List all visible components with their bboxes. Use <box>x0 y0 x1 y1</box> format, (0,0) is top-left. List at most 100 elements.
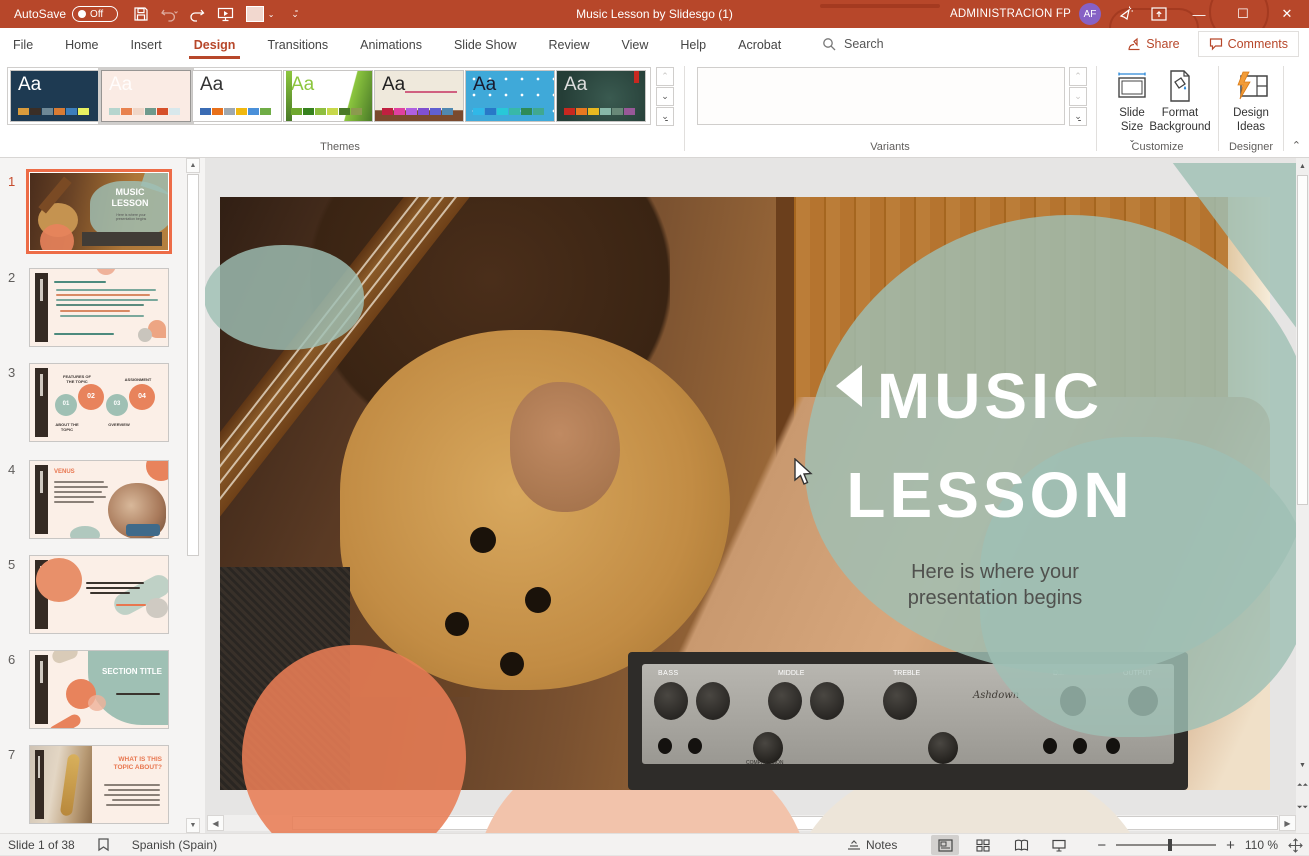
slide-sorter-view-button[interactable] <box>969 835 997 855</box>
next-slide-button[interactable]: ⏷⏷ <box>1296 800 1309 815</box>
thumbnail-slide-5[interactable]: 5 <box>0 555 185 634</box>
scroll-right-button[interactable]: ▶ <box>1279 815 1296 831</box>
zoom-in-button[interactable]: + <box>1226 837 1235 854</box>
thumbnail-preview[interactable]: MUSICLESSON Here is where yourpresentati… <box>29 172 169 251</box>
slide-sorter-icon <box>976 839 990 852</box>
slideshow-view-button[interactable] <box>1045 835 1073 855</box>
normal-view-button[interactable] <box>931 835 959 855</box>
vertical-scrollbar-thumb[interactable] <box>1297 175 1308 505</box>
collapse-ribbon-button[interactable]: ⌃ <box>1292 139 1301 152</box>
qat-overflow-icon: ⌄̄ <box>291 9 299 20</box>
accessibility-checker-icon[interactable] <box>97 838 110 853</box>
themes-more-button[interactable]: ⌄̱ <box>656 107 674 126</box>
thumbnail-preview[interactable]: WHAT IS THIS TOPIC ABOUT? <box>29 745 169 824</box>
slide-subtitle[interactable]: Here is where your presentation begins <box>830 559 1160 611</box>
search-input[interactable]: Search <box>822 28 884 60</box>
minimize-button[interactable]: — <box>1177 0 1221 28</box>
variants-more-button[interactable]: ⌄̱ <box>1069 107 1087 126</box>
thumbnail-scroll-down-button[interactable]: ▼ <box>186 818 200 833</box>
format-background-icon <box>1165 69 1195 103</box>
slide-editor[interactable]: BASS MIDDLE TREBLE D.I. OUTPUT Ashdown <box>220 197 1270 790</box>
slide-indicator[interactable]: Slide 1 of 38 <box>8 838 75 852</box>
zoom-slider-thumb[interactable] <box>1168 839 1172 851</box>
customize-qat-button[interactable]: ⌄̄ <box>282 2 308 26</box>
thumbnail-preview[interactable] <box>29 268 169 347</box>
avatar[interactable]: AF <box>1079 3 1101 25</box>
titlebar-doodle <box>820 4 940 8</box>
thumbnail-scroll-up-button[interactable]: ▲ <box>186 158 200 173</box>
format-background-button[interactable]: Format Background <box>1148 66 1212 150</box>
qat-gallery-button[interactable]: ⌄ <box>240 2 280 26</box>
reading-view-button[interactable] <box>1007 835 1035 855</box>
zoom-out-button[interactable]: − <box>1097 837 1106 854</box>
coming-soon-button[interactable] <box>1111 0 1141 28</box>
scroll-up-button[interactable]: ▲ <box>1296 159 1309 174</box>
slide-canvas[interactable]: BASS MIDDLE TREBLE D.I. OUTPUT Ashdown <box>205 158 1296 833</box>
scroll-down-button[interactable]: ▼ <box>1296 758 1309 773</box>
tab-review[interactable]: Review <box>540 30 599 59</box>
theme-tile-blue-pattern[interactable]: Aa <box>465 70 555 122</box>
thumbnail-slide-4[interactable]: 4 VENUS <box>0 460 185 539</box>
thumbnail-preview[interactable] <box>29 555 169 634</box>
variants-gallery[interactable] <box>697 67 1065 125</box>
tab-help[interactable]: Help <box>671 30 715 59</box>
slide-title[interactable]: MUSIC LESSON <box>780 347 1200 545</box>
comments-button[interactable]: Comments <box>1198 31 1299 57</box>
design-ideas-button[interactable]: Design Ideas <box>1222 66 1280 150</box>
theme-tile-green-swirl[interactable]: Aa <box>283 70 373 122</box>
themes-group-label: Themes <box>250 141 430 153</box>
tab-animations[interactable]: Animations <box>351 30 431 59</box>
slide-size-label: Slide Size <box>1111 106 1153 135</box>
zoom-level[interactable]: 110 % <box>1245 838 1278 852</box>
thumbnail-scrollbar[interactable]: ▲ ▼ <box>186 158 200 833</box>
save-button[interactable] <box>128 2 154 26</box>
text-line <box>54 281 106 283</box>
theme-tile-music-lesson-current[interactable]: Aa <box>101 70 191 122</box>
theme-tile-gallery-wood[interactable]: Aa <box>374 70 464 122</box>
autosave-toggle[interactable]: AutoSave Off <box>14 6 118 22</box>
fit-to-window-button[interactable] <box>1288 838 1303 853</box>
scroll-left-button[interactable]: ◀ <box>207 815 224 831</box>
variants-scroll-up-button[interactable]: ⌃ <box>1069 67 1087 86</box>
redo-button[interactable] <box>184 2 210 26</box>
thumb-subtitle: Here is where yourpresentation begins <box>100 213 162 221</box>
zoom-slider[interactable] <box>1116 844 1216 846</box>
slide-subtitle-line2: presentation begins <box>830 585 1160 611</box>
variants-scroll-down-button[interactable]: ⌄ <box>1069 87 1087 106</box>
account-name[interactable]: ADMINISTRACION FP <box>950 8 1071 20</box>
theme-tile-office-white[interactable]: Aa <box>192 70 282 122</box>
thumbnail-preview[interactable]: SECTION TITLE <box>29 650 169 729</box>
tab-transitions[interactable]: Transitions <box>258 30 337 59</box>
tab-file[interactable]: File <box>4 30 42 59</box>
thumbnail-slide-6[interactable]: 6 SECTION TITLE <box>0 650 185 729</box>
themes-scroll-down-button[interactable]: ⌄ <box>656 87 674 106</box>
vertical-scrollbar[interactable]: ▲ ▼ ⏶⏶ ⏷⏷ <box>1296 158 1309 833</box>
thumbnail-scrollbar-thumb[interactable] <box>187 174 199 556</box>
tab-insert[interactable]: Insert <box>122 30 171 59</box>
maximize-button[interactable]: ☐ <box>1221 0 1265 28</box>
close-button[interactable]: ✕ <box>1265 0 1309 28</box>
theme-sample-text: Aa <box>291 74 314 96</box>
language-status[interactable]: Spanish (Spain) <box>132 838 217 852</box>
thumbnail-preview[interactable]: FEATURES OF THE TOPIC ASSIGNMENT 01 02 0… <box>29 363 169 442</box>
tab-slideshow[interactable]: Slide Show <box>445 30 526 59</box>
themes-scroll-up-button[interactable]: ⌃ <box>656 67 674 86</box>
thumbnail-slide-3[interactable]: 3 FEATURES OF THE TOPIC ASSIGNMENT 01 02… <box>0 363 185 442</box>
theme-tile-dark-teal[interactable]: Aa <box>556 70 646 122</box>
tab-view[interactable]: View <box>613 30 658 59</box>
thumbnail-preview[interactable]: VENUS <box>29 460 169 539</box>
tab-design[interactable]: Design <box>185 30 245 59</box>
start-slideshow-button[interactable] <box>212 2 238 26</box>
tab-acrobat[interactable]: Acrobat <box>729 30 790 59</box>
ribbon-display-options-button[interactable] <box>1141 0 1177 28</box>
thumbnail-slide-1[interactable]: 1 MUSICLESSON Here is where yourpresenta… <box>0 172 185 256</box>
tab-home[interactable]: Home <box>56 30 107 59</box>
theme-tile-dark-navy[interactable]: Aa <box>10 70 100 122</box>
notes-button[interactable]: Notes <box>847 838 897 852</box>
undo-button[interactable] <box>156 2 182 26</box>
thumbnail-slide-7[interactable]: 7 WHAT IS THIS TOPIC ABOUT? <box>0 745 185 824</box>
previous-slide-button[interactable]: ⏶⏶ <box>1296 778 1309 793</box>
comments-icon <box>1209 37 1223 51</box>
share-button[interactable]: Share <box>1117 31 1189 57</box>
thumbnail-slide-2[interactable]: 2 <box>0 268 185 347</box>
